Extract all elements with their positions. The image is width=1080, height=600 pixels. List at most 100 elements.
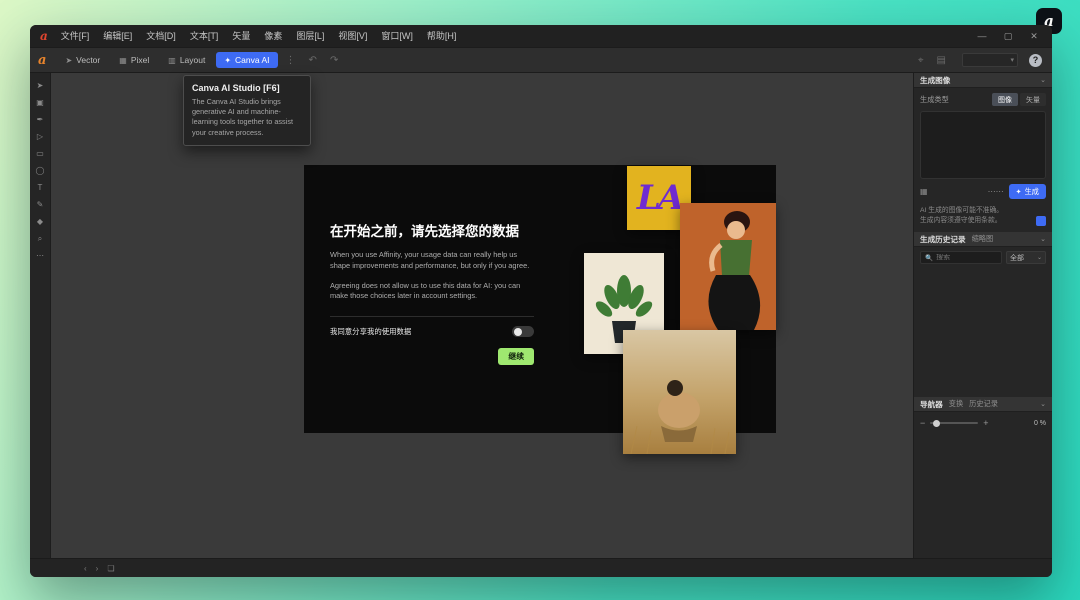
close-icon[interactable]: ✕ [1028, 31, 1040, 42]
persona-pixel-label: Pixel [131, 55, 149, 65]
minimize-icon[interactable]: — [976, 31, 988, 42]
canvas[interactable]: Canva AI Studio [F6] The Canva AI Studio… [51, 73, 913, 558]
generate-type-segment: 图像 矢量 [992, 93, 1046, 106]
tab-transform[interactable]: 变换 [949, 399, 963, 409]
menu-layer[interactable]: 图层[L] [289, 25, 331, 47]
more-options-icon[interactable]: ⋮ [281, 55, 301, 66]
zoom-control-row: − + 0 % [920, 418, 1046, 428]
tooltip-title: Canva AI Studio [F6] [192, 83, 302, 93]
dialog-divider [330, 316, 534, 317]
type-vector-button[interactable]: 矢量 [1020, 93, 1046, 106]
tool-move-icon[interactable]: ➤ [37, 82, 44, 90]
generate-note-text: AI 生成的图像可能不准确。 生成内容须遵守使用条款。 [920, 206, 1032, 226]
affinity-menu-logo-icon: a [40, 29, 48, 43]
tool-text-icon[interactable]: T [38, 184, 43, 192]
generate-button-label: 生成 [1025, 187, 1039, 197]
menu-text[interactable]: 文本[T] [183, 25, 226, 47]
generate-button[interactable]: ✦ 生成 [1009, 184, 1046, 199]
consent-toggle[interactable] [512, 326, 534, 337]
generate-action-row: ▦ ⋯⋯ ✦ 生成 [920, 184, 1046, 199]
woman-illustration [680, 203, 776, 330]
add-image-icon[interactable]: ▦ [920, 187, 928, 196]
menu-file[interactable]: 文件[F] [54, 25, 97, 47]
zoom-out-icon[interactable]: − [920, 418, 925, 428]
persona-vector-label: Vector [76, 55, 100, 65]
search-icon: 🔍 [925, 254, 933, 262]
consent-row: 我同意分享我的使用数据 [330, 326, 534, 337]
status-bar: ‹ › ❏ [30, 558, 1052, 577]
persona-canva-ai-button[interactable]: ✦ Canva AI [216, 52, 277, 68]
history-filter-select[interactable]: 全部 ⌄ [1006, 251, 1046, 264]
menu-document[interactable]: 文档[D] [139, 25, 183, 47]
chevron-down-icon: ▾ [1010, 56, 1014, 64]
tool-brush-icon[interactable]: ✎ [37, 201, 44, 209]
toggle-knob [514, 328, 522, 336]
window-controls: — ▢ ✕ [976, 31, 1044, 42]
menu-pixel[interactable]: 像素 [257, 25, 289, 47]
artwork-woman-poster [680, 203, 776, 330]
history-empty-list [914, 268, 1052, 397]
tool-pen-icon[interactable]: ✒ [37, 116, 44, 124]
next-artboard-icon[interactable]: › [96, 564, 99, 573]
persona-layout-button[interactable]: ▥ Layout [160, 52, 213, 68]
filter-value: 全部 [1010, 253, 1024, 263]
continue-button[interactable]: 继续 [498, 348, 534, 365]
generate-note: AI 生成的图像可能不准确。 生成内容须遵守使用条款。 [914, 205, 1052, 232]
maximize-icon[interactable]: ▢ [1002, 31, 1014, 42]
history-header-label: 生成历史记录 [920, 234, 966, 245]
persona-toolbar: a ➤ Vector ▦ Pixel ▥ Layout ✦ Canva AI ⋮… [30, 47, 1052, 73]
dialog-title: 在开始之前，请先选择您的数据 [330, 223, 534, 241]
dialog-paragraph-2: Agreeing does not allow us to use this d… [330, 281, 534, 302]
chevron-down-icon[interactable]: ⌄ [1040, 76, 1046, 84]
prev-artboard-icon[interactable]: ‹ [84, 564, 87, 573]
preferences-icon[interactable]: ▤ [932, 55, 951, 66]
note-line-2: 生成内容须遵守使用条款。 [920, 216, 1032, 226]
zoom-in-icon[interactable]: + [983, 418, 988, 428]
search-input[interactable] [936, 254, 997, 261]
menu-vector[interactable]: 矢量 [225, 25, 257, 47]
zoom-slider[interactable] [930, 422, 978, 424]
canva-ai-tooltip: Canva AI Studio [F6] The Canva AI Studio… [183, 75, 311, 146]
generate-section-header[interactable]: 生成图像 ⌄ [914, 73, 1052, 88]
history-view-label[interactable]: 缩略图 [972, 234, 994, 244]
tool-node-icon[interactable]: ▷ [37, 133, 43, 141]
tools-more-icon[interactable]: ⋯ [36, 252, 44, 260]
prompt-textarea[interactable] [920, 111, 1046, 179]
tab-history[interactable]: 历史记录 [969, 399, 998, 409]
menu-help[interactable]: 帮助[H] [420, 25, 464, 47]
artboards-icon[interactable]: ❏ [107, 564, 114, 573]
studio-panel: 生成图像 ⌄ 生成类型 图像 矢量 ▦ ⋯⋯ ✦ 生成 [913, 73, 1052, 558]
tab-navigator[interactable]: 导航器 [920, 399, 943, 410]
snapping-icon[interactable]: ⌖ [913, 55, 929, 66]
undo-icon[interactable]: ↶ [304, 55, 322, 66]
tool-zoom-icon[interactable]: ⌕ [38, 235, 42, 243]
affinity-window: a 文件[F] 编辑[E] 文档[D] 文本[T] 矢量 像素 图层[L] 视图… [30, 25, 1052, 577]
redo-icon[interactable]: ↷ [325, 55, 343, 66]
menu-edit[interactable]: 编辑[E] [96, 25, 139, 47]
affinity-toolbar-logo-icon: a [38, 53, 46, 68]
toolbar-dropdown[interactable]: ▾ [962, 53, 1018, 67]
persona-canva-ai-label: Canva AI [235, 55, 270, 65]
note-line-1: AI 生成的图像可能不准确。 [920, 206, 1032, 216]
tool-artboard-icon[interactable]: ▣ [36, 99, 44, 107]
chevron-down-icon[interactable]: ⌄ [1040, 400, 1046, 408]
menu-window[interactable]: 窗口[W] [374, 25, 420, 47]
persona-vector-button[interactable]: ➤ Vector [57, 52, 108, 68]
persona-pixel-button[interactable]: ▦ Pixel [111, 52, 157, 68]
zoom-slider-knob[interactable] [933, 420, 940, 427]
tool-ellipse-icon[interactable]: ◯ [36, 167, 45, 175]
info-icon[interactable] [1036, 216, 1046, 226]
type-image-button[interactable]: 图像 [992, 93, 1018, 106]
help-icon[interactable]: ? [1029, 54, 1042, 67]
history-section-header[interactable]: 生成历史记录 缩略图 ⌄ [914, 232, 1052, 247]
tool-fill-icon[interactable]: ◆ [37, 218, 43, 226]
generate-more-icon[interactable]: ⋯⋯ [988, 187, 1004, 196]
generate-type-label: 生成类型 [920, 95, 949, 105]
generate-type-row: 生成类型 图像 矢量 [920, 93, 1046, 106]
field-photo-image [623, 330, 736, 454]
navigator-section-header: 导航器 变换 历史记录 ⌄ [914, 397, 1052, 412]
tool-rectangle-icon[interactable]: ▭ [36, 150, 44, 158]
persona-layout-label: Layout [180, 55, 206, 65]
chevron-down-icon[interactable]: ⌄ [1040, 235, 1046, 243]
menu-view[interactable]: 视图[V] [331, 25, 374, 47]
